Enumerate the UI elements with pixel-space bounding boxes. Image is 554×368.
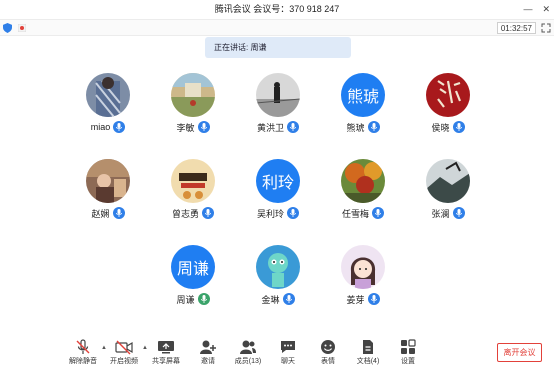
mic-icon xyxy=(367,121,380,133)
share-screen-icon xyxy=(158,341,174,354)
avatar xyxy=(256,73,300,117)
members-icon xyxy=(240,340,256,354)
minimize-icon[interactable]: — xyxy=(523,4,532,14)
window-controls: — ✕ xyxy=(523,0,550,18)
shield-icon[interactable] xyxy=(3,23,12,33)
documents-button[interactable]: 文档(4) xyxy=(348,336,388,368)
avatar xyxy=(256,245,300,289)
mic-icon xyxy=(202,207,214,219)
mic-icon xyxy=(367,293,380,305)
emoji-button[interactable]: 表情 xyxy=(308,336,348,368)
speaking-indicator: 正在讲话: 周谦 xyxy=(205,37,351,58)
avatar: 熊琥 xyxy=(341,73,385,117)
add-user-icon xyxy=(200,340,216,354)
avatar xyxy=(86,73,130,117)
settings-button[interactable]: 设置 xyxy=(388,336,428,368)
avatar xyxy=(171,159,215,203)
participant-tile[interactable]: 黄洪卫 xyxy=(233,73,323,143)
bottom-toolbar: 解除静音 ▲ 开启视频 ▲ 共享屏幕 邀请 成员(13) 聊天 表情 文档(4)… xyxy=(0,336,554,368)
participant-tile[interactable]: 任雪梅 xyxy=(318,159,408,229)
participant-name: 姜芽 xyxy=(346,294,365,305)
participant-tile[interactable]: 李敏 xyxy=(148,73,238,143)
participant-tile[interactable]: 金琳 xyxy=(233,245,323,315)
avatar: 利玲 xyxy=(256,159,300,203)
avatar xyxy=(171,73,215,117)
camera-off-icon xyxy=(115,340,133,355)
participant-name: miao xyxy=(90,122,111,132)
members-label: 成员(13) xyxy=(234,358,262,365)
chat-button[interactable]: 聊天 xyxy=(268,336,308,368)
participant-name: 金琳 xyxy=(261,294,280,305)
participant-name: 吴利玲 xyxy=(256,208,284,219)
invite-label: 邀请 xyxy=(201,358,215,365)
avatar xyxy=(426,159,470,203)
document-icon xyxy=(363,340,373,354)
share-screen-label: 共享屏幕 xyxy=(152,358,180,365)
share-screen-button[interactable]: 共享屏幕 xyxy=(146,336,186,368)
recording-icon xyxy=(18,24,26,32)
members-button[interactable]: 成员(13) xyxy=(228,336,268,368)
emoji-label: 表情 xyxy=(321,358,335,365)
leave-meeting-button[interactable]: 离开会议 xyxy=(497,343,542,362)
mic-active-icon xyxy=(197,293,210,305)
fullscreen-icon[interactable] xyxy=(541,23,551,33)
chat-label: 聊天 xyxy=(281,358,295,365)
avatar xyxy=(426,73,470,117)
mic-icon xyxy=(113,121,126,133)
participant-name: 周谦 xyxy=(176,294,195,305)
participant-tile[interactable]: 赵娴 xyxy=(63,159,153,229)
participant-tile[interactable]: 张澜 xyxy=(403,159,493,229)
mic-icon xyxy=(112,207,125,219)
participant-name: 曾志勇 xyxy=(171,208,199,219)
unmute-button[interactable]: 解除静音 xyxy=(63,336,103,368)
meeting-timer: 01:32:57 xyxy=(496,22,536,34)
documents-label: 文档(4) xyxy=(356,358,380,365)
participant-tile[interactable]: 姜芽 xyxy=(318,245,408,315)
avatar xyxy=(86,159,130,203)
mic-icon xyxy=(452,207,465,219)
participant-name: 熊琥 xyxy=(346,122,365,133)
avatar: 周谦 xyxy=(171,245,215,289)
start-video-label: 开启视频 xyxy=(110,358,138,365)
participant-tile[interactable]: 熊琥 熊琥 xyxy=(318,73,408,143)
start-video-button[interactable]: 开启视频 xyxy=(104,336,144,368)
participant-name: 李敏 xyxy=(176,122,195,133)
participant-name: 赵娴 xyxy=(91,208,110,219)
participant-name: 黄洪卫 xyxy=(256,122,284,133)
participant-tile[interactable]: 侯晓 xyxy=(403,73,493,143)
invite-button[interactable]: 邀请 xyxy=(188,336,228,368)
mic-icon xyxy=(372,207,384,219)
participant-name: 任雪梅 xyxy=(341,208,369,219)
grid-settings-icon xyxy=(401,339,416,354)
chat-icon xyxy=(281,341,295,353)
settings-label: 设置 xyxy=(401,358,415,365)
mic-icon xyxy=(197,121,210,133)
unmute-label: 解除静音 xyxy=(69,358,97,365)
participant-name: 张澜 xyxy=(431,208,450,219)
participant-tile[interactable]: 利玲 吴利玲 xyxy=(233,159,323,229)
mic-icon xyxy=(287,121,299,133)
mic-icon xyxy=(452,121,465,133)
participant-tile[interactable]: 周谦 周谦 xyxy=(148,245,238,315)
mic-icon xyxy=(282,293,295,305)
close-icon[interactable]: ✕ xyxy=(542,4,550,15)
participant-name: 侯晓 xyxy=(431,122,450,133)
window-title: 腾讯会议 会议号：370 918 247 xyxy=(214,4,340,14)
smiley-icon xyxy=(321,340,335,354)
participant-tile[interactable]: 曾志勇 xyxy=(148,159,238,229)
mic-icon xyxy=(287,207,299,219)
mic-muted-icon xyxy=(76,339,90,354)
meeting-toolbar: 01:32:57 xyxy=(0,19,554,36)
avatar xyxy=(341,159,385,203)
avatar xyxy=(341,245,385,289)
participant-tile[interactable]: miao xyxy=(63,73,153,143)
